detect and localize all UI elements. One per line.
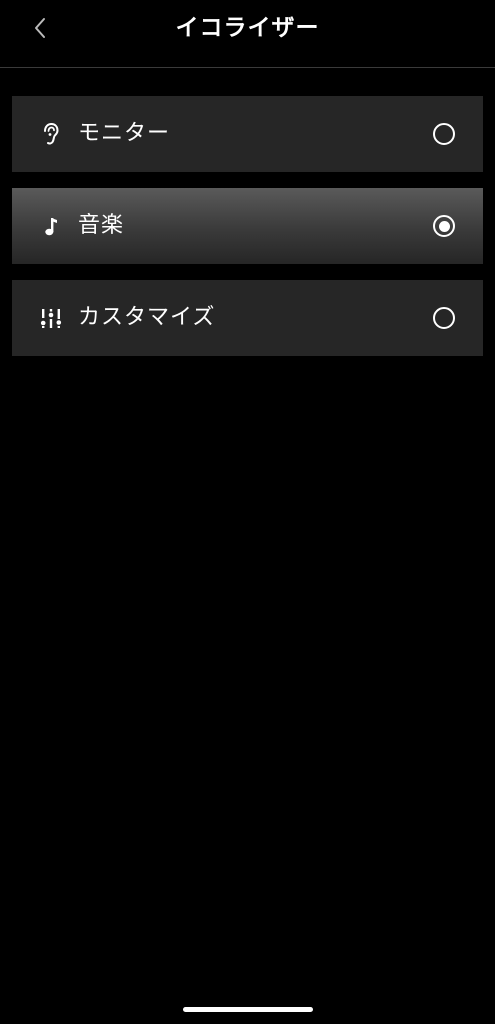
radio-button-selected[interactable] bbox=[433, 215, 455, 237]
ear-icon bbox=[40, 122, 62, 146]
home-indicator[interactable] bbox=[183, 1007, 313, 1012]
header: イコライザー bbox=[0, 0, 495, 68]
radio-button[interactable] bbox=[433, 307, 455, 329]
radio-selected-dot bbox=[438, 220, 450, 232]
music-note-icon bbox=[40, 214, 62, 238]
option-customize[interactable]: カスタマイズ bbox=[12, 280, 483, 356]
option-music[interactable]: 音楽 bbox=[12, 188, 483, 264]
radio-button[interactable] bbox=[433, 123, 455, 145]
page-title: イコライザー bbox=[175, 15, 320, 41]
sliders-icon bbox=[40, 306, 62, 330]
option-monitor[interactable]: モニター bbox=[12, 96, 483, 172]
option-label: カスタマイズ bbox=[78, 305, 216, 330]
option-label: モニター bbox=[78, 121, 171, 146]
option-label: 音楽 bbox=[78, 213, 125, 238]
equalizer-screen: イコライザー モニター 音楽 カスタマイズ bbox=[0, 0, 495, 1024]
equalizer-option-list: モニター 音楽 カスタマイズ bbox=[12, 96, 483, 372]
